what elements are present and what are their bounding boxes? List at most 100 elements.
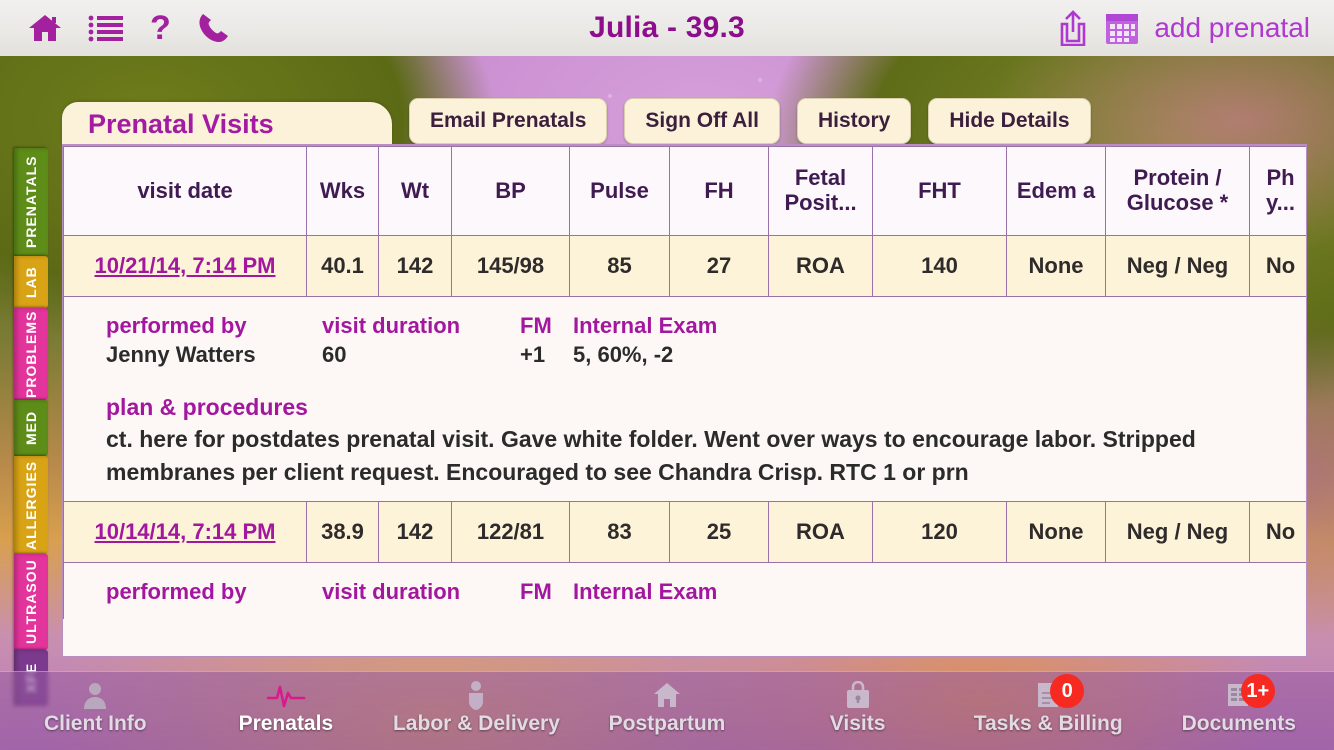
side-tab-prenatals[interactable]: PRENATALS (14, 148, 48, 256)
visit-detail-row: performed by visit duration FM Internal Exa… (63, 562, 1306, 619)
cell-fh: 27 (669, 235, 769, 297)
cell-wks: 38.9 (306, 501, 379, 564)
history-button[interactable]: History (796, 98, 912, 144)
cell-fetal-position: ROA (768, 235, 873, 297)
visit-date-link[interactable]: 10/14/14, 7:14 PM (94, 519, 275, 544)
cell-edema: None (1006, 501, 1106, 564)
detail-fm-value: +1 (520, 342, 546, 368)
bottom-tab-label: Prenatals (238, 712, 334, 735)
side-tab-allergies[interactable]: ALLERGIES (14, 456, 48, 554)
list-icon[interactable] (88, 14, 124, 42)
baby-icon (463, 680, 489, 710)
detail-fm-label: FM (520, 313, 552, 338)
share-icon[interactable] (1056, 10, 1090, 46)
table-row[interactable]: 10/14/14, 7:14 PM 38.9 142 122/81 83 25 ROA 120… (63, 501, 1306, 564)
visit-date-cell[interactable]: 10/14/14, 7:14 PM (63, 501, 307, 564)
bottom-tab-documents[interactable]: 1+ Documents (1143, 672, 1334, 736)
cell-pulse: 83 (569, 501, 670, 564)
column-header-1[interactable]: Wks (306, 146, 379, 236)
bottom-tab-visits[interactable]: Visits (762, 672, 953, 736)
help-icon[interactable]: ? (150, 11, 171, 45)
visit-detail-row: performed by Jenny Watters visit duration 6… (63, 296, 1306, 502)
detail-visit-duration-label: visit duration (322, 579, 461, 605)
prenatal-visits-card: Prenatal Visits Email Prenatals Sign Off… (62, 84, 1307, 657)
column-header-10[interactable]: Ph y... (1249, 146, 1306, 236)
visit-date-cell[interactable]: 10/21/14, 7:14 PM (63, 235, 307, 297)
column-header-3[interactable]: BP (451, 146, 570, 236)
column-header-4[interactable]: Pulse (569, 146, 670, 236)
sign-off-all-button[interactable]: Sign Off All (624, 98, 780, 144)
cell-wt: 142 (378, 501, 452, 564)
detail-internal-exam-label: Internal Exam (573, 313, 718, 338)
cell-phy: No (1249, 235, 1306, 297)
side-tab-label: PRENATALS (23, 155, 39, 249)
table-body: 10/21/14, 7:14 PM 40.1 142 145/98 85 27 ROA 140… (63, 235, 1306, 619)
side-tab-med[interactable]: MED (14, 400, 48, 456)
person-icon (82, 680, 108, 710)
plan-procedures-text: ct. here for postdates prenatal visit. G… (106, 425, 1196, 486)
detail-internal-exam: Internal Exam 5, 60%, -2 (573, 311, 717, 370)
side-tab-label: MED (23, 410, 39, 446)
column-header-5[interactable]: FH (669, 146, 769, 236)
cell-fht: 140 (872, 235, 1007, 297)
cell-fht: 120 (872, 501, 1007, 564)
bottom-tab-client-info[interactable]: Client Info (0, 672, 191, 736)
card-header-row: Prenatal Visits Email Prenatals Sign Off… (62, 84, 1307, 144)
top-toolbar: ? Julia - 39.3 add prenatal (0, 0, 1334, 56)
visit-detail-cell: performed by visit duration FM Internal Exa… (63, 562, 1306, 619)
detail-field-row: performed by Jenny Watters visit duration 6… (106, 311, 1306, 370)
cell-phy: No (1249, 501, 1306, 564)
visit-date-link[interactable]: 10/21/14, 7:14 PM (94, 253, 275, 278)
column-header-8[interactable]: Edem a (1006, 146, 1106, 236)
add-prenatal-button[interactable]: add prenatal (1154, 12, 1310, 44)
column-header-2[interactable]: Wt (378, 146, 452, 236)
cell-edema: None (1006, 235, 1106, 297)
detail-fm-label: FM (520, 579, 552, 605)
column-header-7[interactable]: FHT (872, 146, 1007, 236)
side-tab-label: ALLERGIES (23, 460, 39, 550)
bottom-tab-prenatals[interactable]: Prenatals (191, 672, 382, 736)
table-row[interactable]: 10/21/14, 7:14 PM 40.1 142 145/98 85 27 ROA 140… (63, 235, 1306, 297)
detail-field-row: performed by visit duration FM Internal Exa… (106, 577, 1306, 606)
bottom-tab-label: Labor & Delivery (392, 712, 560, 735)
phone-icon[interactable] (197, 12, 231, 44)
detail-visit-duration-value: 60 (322, 342, 347, 368)
bag-icon (845, 680, 871, 710)
side-tab-lab[interactable]: LAB (14, 256, 48, 308)
home-icon[interactable] (28, 13, 62, 43)
tasks-icon: 0 (1034, 674, 1085, 710)
side-tab-label: LAB (23, 266, 39, 298)
bottom-tab-bar: Client Info Prenatals Labor & Delivery Post… (0, 671, 1334, 750)
visits-table: visit date Wks Wt BP Pulse FH Fetal Posit... FH… (63, 146, 1306, 619)
detail-fm: FM +1 (520, 311, 565, 370)
bottom-tab-label: Client Info (43, 712, 147, 735)
detail-visit-duration: visit duration 60 (322, 311, 512, 370)
bottom-tab-tasks-billing[interactable]: 0 Tasks & Billing (953, 672, 1144, 736)
cell-protein-glucose: Neg / Neg (1105, 235, 1250, 297)
table-header-row: visit date Wks Wt BP Pulse FH Fetal Posit... FH… (63, 146, 1306, 236)
column-header-0[interactable]: visit date (63, 146, 307, 236)
house-icon (653, 680, 681, 710)
bottom-tab-label: Tasks & Billing (973, 712, 1123, 735)
cell-fh: 25 (669, 501, 769, 564)
column-header-6[interactable]: Fetal Posit... (768, 146, 873, 236)
detail-internal-exam-value: 5, 60%, -2 (573, 342, 674, 368)
email-prenatals-button[interactable]: Email Prenatals (409, 98, 608, 144)
bottom-tab-postpartum[interactable]: Postpartum (572, 672, 763, 736)
visit-detail-cell: performed by Jenny Watters visit duration 6… (63, 296, 1306, 502)
hide-details-button[interactable]: Hide Details (928, 98, 1091, 144)
card-title: Prenatal Visits (88, 108, 274, 139)
calendar-icon[interactable] (1104, 10, 1140, 46)
column-header-9[interactable]: Protein / Glucose * (1105, 146, 1250, 236)
table-head: visit date Wks Wt BP Pulse FH Fetal Posit... FH… (63, 146, 1306, 236)
side-tab-ultrasou[interactable]: ULTRASOU (14, 554, 48, 650)
cell-wks: 40.1 (306, 235, 379, 297)
side-tab-label: ULTRASOU (23, 559, 39, 645)
side-tab-problems[interactable]: PROBLEMS (14, 308, 48, 400)
visits-table-container[interactable]: visit date Wks Wt BP Pulse FH Fetal Posit... FH… (62, 144, 1307, 657)
bottom-tab-labor-delivery[interactable]: Labor & Delivery (381, 672, 572, 736)
detail-performed-by-label: performed by (106, 579, 247, 605)
cell-fetal-position: ROA (768, 501, 873, 564)
notification-badge: 0 (1050, 674, 1085, 708)
side-tab-label: PROBLEMS (23, 310, 39, 398)
